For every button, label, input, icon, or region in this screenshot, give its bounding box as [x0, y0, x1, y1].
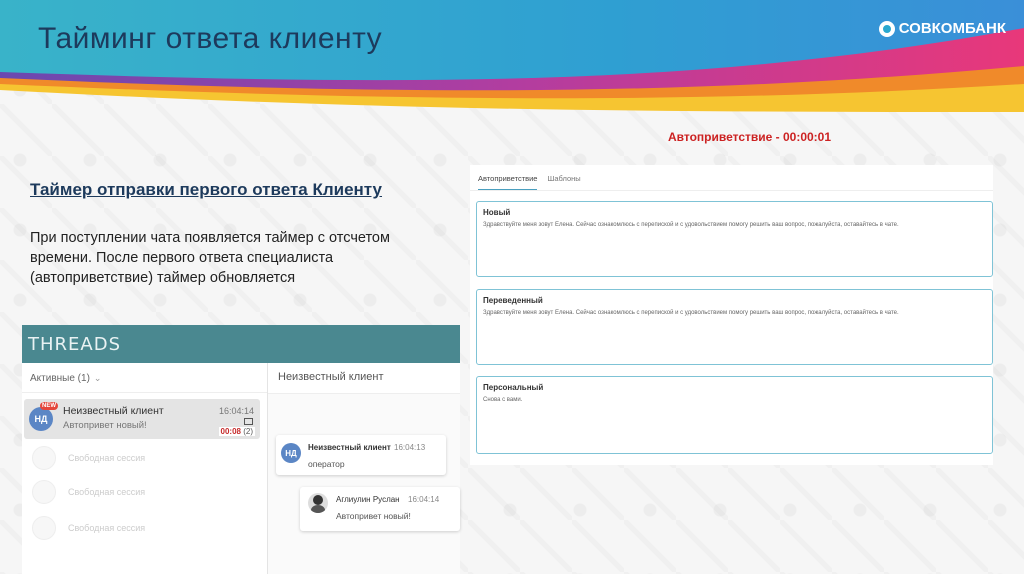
- free-session-slot: Свободная сессия: [32, 515, 252, 541]
- chat-client-header: Неизвестный клиент: [268, 363, 460, 394]
- free-session-slot: Свободная сессия: [32, 445, 252, 471]
- thread-timer-value: 00:08: [220, 427, 241, 436]
- client-avatar: НД: [29, 407, 53, 431]
- free-session-label: Свободная сессия: [68, 523, 146, 533]
- template-name: Новый: [483, 208, 511, 217]
- client-message: НД Неизвестный клиент 16:04:13 оператор: [276, 435, 446, 475]
- thread-timer: 00:08 (2): [218, 427, 255, 436]
- threads-panel: THREADS Активные (1) ⌄ НД NEW Неизвестны…: [22, 325, 460, 574]
- template-card-transferred[interactable]: Переведенный Здравствуйте меня зовут Еле…: [476, 289, 993, 365]
- thread-message-count: (2): [243, 427, 253, 436]
- tab-templates[interactable]: Шаблоны: [547, 174, 580, 190]
- template-card-personal[interactable]: Персональный Снова с вами.: [476, 376, 993, 454]
- message-text: оператор: [308, 459, 345, 469]
- thread-preview: Автопривет новый!: [63, 420, 147, 431]
- template-text: Здравствуйте меня зовут Елена. Сейчас оз…: [483, 310, 899, 316]
- client-avatar: НД: [281, 443, 301, 463]
- template-text: Здравствуйте меня зовут Елена. Сейчас оз…: [483, 222, 899, 228]
- active-tab-label: Активные (1): [30, 373, 90, 384]
- message-text: Автопривет новый!: [336, 511, 411, 521]
- section-text: При поступлении чата появляется таймер с…: [30, 230, 390, 286]
- templates-panel: Автоприветствие Шаблоны Новый Здравствуй…: [470, 165, 993, 465]
- chevron-down-icon: ⌄: [93, 373, 102, 383]
- header-wave: [0, 0, 1024, 112]
- empty-avatar: [32, 516, 56, 540]
- message-sender: Неизвестный клиент: [308, 443, 391, 452]
- template-card-new[interactable]: Новый Здравствуйте меня зовут Елена. Сей…: [476, 201, 993, 277]
- thread-client-name: Неизвестный клиент: [63, 405, 164, 417]
- slide-title: Тайминг ответа клиенту: [38, 22, 383, 55]
- new-badge: NEW: [40, 402, 58, 410]
- header-band: Тайминг ответа клиенту СОВКОМБАНК: [0, 0, 1024, 115]
- thread-list: Активные (1) ⌄ НД NEW Неизвестный клиент…: [22, 363, 268, 574]
- chat-area: Неизвестный клиент НД Неизвестный клиент…: [268, 363, 460, 574]
- brand-name: СОВКОМБАНК: [898, 20, 1006, 37]
- thread-item[interactable]: НД NEW Неизвестный клиент 16:04:14 Автоп…: [24, 399, 260, 439]
- free-session-label: Свободная сессия: [68, 453, 146, 463]
- message-sender: Аглиулин Руслан: [336, 495, 400, 504]
- operator-avatar: [308, 493, 328, 513]
- active-threads-tab[interactable]: Активные (1) ⌄: [22, 363, 267, 393]
- message-time: 16:04:13: [394, 443, 426, 452]
- brand-logo: СОВКОМБАНК: [878, 20, 1006, 37]
- template-name: Персональный: [483, 383, 544, 392]
- operator-message: Аглиулин Руслан 16:04:14 Автопривет новы…: [300, 487, 460, 531]
- template-text: Снова с вами.: [483, 397, 523, 403]
- autogreeting-timer: Автоприветствие - 00:00:01: [668, 130, 832, 144]
- mail-icon: [244, 418, 253, 425]
- message-time: 16:04:14: [408, 495, 440, 504]
- thread-time: 16:04:14: [218, 406, 254, 416]
- tab-autogreeting[interactable]: Автоприветствие: [478, 174, 538, 190]
- empty-avatar: [32, 446, 56, 470]
- empty-avatar: [32, 480, 56, 504]
- threads-app-bar: THREADS: [22, 325, 460, 363]
- free-session-label: Свободная сессия: [68, 487, 146, 497]
- template-name: Переведенный: [483, 296, 543, 305]
- templates-tabs: Автоприветствие Шаблоны: [470, 165, 993, 191]
- brand-mark-icon: [878, 20, 895, 37]
- section-heading: Таймер отправки первого ответа Клиенту: [30, 180, 383, 199]
- free-session-slot: Свободная сессия: [32, 479, 252, 505]
